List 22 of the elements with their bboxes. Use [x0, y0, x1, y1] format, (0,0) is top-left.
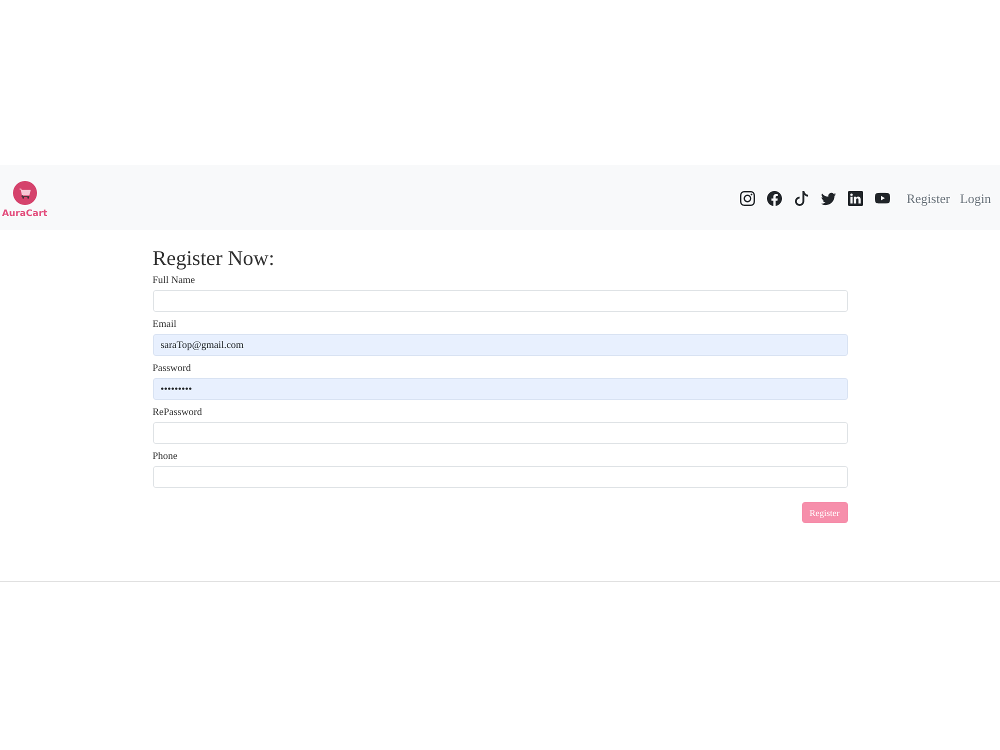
form-title: Register Now:: [152, 246, 276, 271]
field-label: Full Name: [152, 274, 196, 288]
youtube-icon[interactable]: [874, 191, 890, 206]
input-field[interactable]: •••••••••: [152, 378, 848, 400]
field-label: Email: [152, 318, 178, 332]
field-label: Password: [152, 362, 192, 376]
nav-link[interactable]: Register: [906, 190, 950, 206]
linkedin-icon[interactable]: [848, 191, 863, 206]
cart-logo-icon: [12, 181, 37, 205]
input-field[interactable]: [152, 290, 848, 312]
input-field[interactable]: [152, 466, 848, 488]
facebook-icon[interactable]: [766, 191, 782, 206]
twitter-bird-icon[interactable]: [820, 191, 836, 206]
register-button[interactable]: Register: [802, 502, 848, 523]
tiktok-icon[interactable]: [794, 191, 809, 206]
field-label: RePassword: [152, 406, 203, 420]
input-field[interactable]: [152, 422, 848, 444]
input-field[interactable]: saraTop@gmail.com: [152, 334, 848, 356]
instagram-icon[interactable]: [740, 191, 755, 206]
nav-link[interactable]: Login: [960, 190, 991, 206]
brand-name: AuraCart: [2, 209, 48, 220]
field-label: Phone: [152, 450, 178, 464]
